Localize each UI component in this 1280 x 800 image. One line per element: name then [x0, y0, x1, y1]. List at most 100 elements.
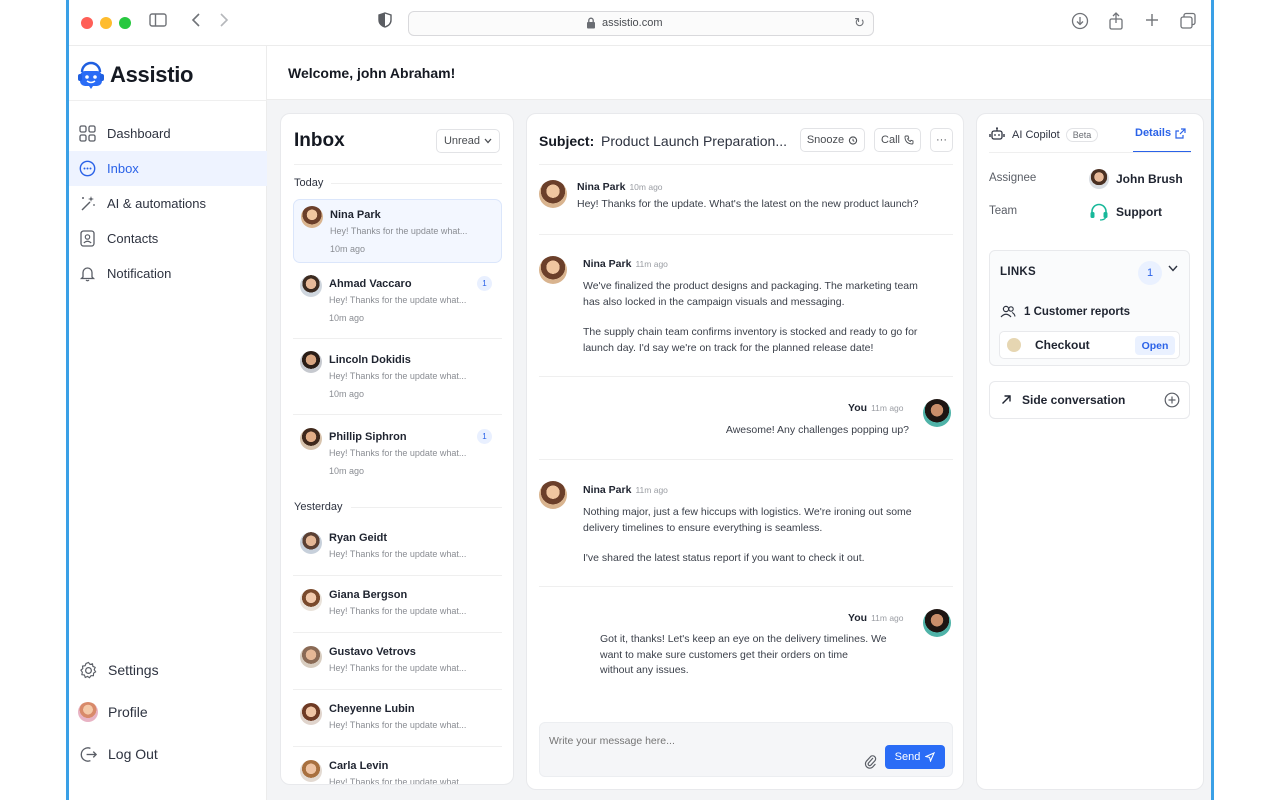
divider — [293, 575, 502, 576]
close-window-button[interactable] — [81, 17, 93, 29]
copilot-tab[interactable]: AI Copilot Beta — [989, 127, 1099, 142]
sender-avatar — [539, 180, 567, 208]
lock-icon — [587, 17, 595, 29]
divider — [293, 632, 502, 633]
sidebar-item-settings[interactable]: Settings — [66, 649, 267, 691]
status-dot — [1007, 338, 1021, 352]
alarm-clock-icon — [849, 136, 858, 145]
sidebar-item-dashboard[interactable]: Dashboard — [66, 116, 267, 151]
sidebar-item-label: Dashboard — [107, 126, 171, 141]
conversation-item-giana-bergson[interactable]: Giana Bergson Hey! Thanks for the update… — [293, 580, 502, 630]
open-button[interactable]: Open — [1135, 336, 1175, 355]
sender-avatar — [539, 256, 567, 284]
add-circle-icon[interactable] — [1164, 392, 1180, 408]
details-tab[interactable]: Details — [1135, 127, 1186, 139]
group-label-today: Today — [294, 177, 502, 189]
conversation-item-ahmad-vaccaro[interactable]: Ahmad Vaccaro 1 Hey! Thanks for the upda… — [293, 269, 502, 333]
contact-name: Carla Levin — [329, 760, 389, 772]
message-sender: You 11m ago — [848, 402, 904, 414]
side-conversation-label: Side conversation — [1022, 393, 1126, 407]
forward-arrow-icon[interactable] — [213, 12, 235, 35]
sender-avatar — [539, 481, 567, 509]
sidebar-item-inbox[interactable]: Inbox — [66, 151, 267, 186]
customer-reports-link[interactable]: 1 Customer reports — [1000, 305, 1130, 318]
sidebar-item-contacts[interactable]: Contacts — [66, 221, 267, 256]
robot-icon — [989, 127, 1005, 140]
sidebar-item-label: AI & automations — [107, 196, 206, 211]
message-preview: Hey! Thanks for the update what... — [329, 549, 467, 559]
conversation-item-cheyenne-lubin[interactable]: Cheyenne Lubin Hey! Thanks for the updat… — [293, 694, 502, 744]
send-button[interactable]: Send — [885, 745, 945, 769]
download-icon[interactable] — [1069, 12, 1091, 37]
call-button[interactable]: Call — [874, 128, 921, 152]
side-conversation-row[interactable]: Side conversation — [989, 381, 1190, 419]
paperclip-icon[interactable] — [863, 753, 877, 769]
new-tab-plus-icon[interactable] — [1141, 12, 1163, 35]
conversation-item-phillip-siphron[interactable]: Phillip Siphron 1 Hey! Thanks for the up… — [293, 422, 502, 486]
message-time: 10m ago — [629, 182, 663, 192]
message-input[interactable] — [549, 735, 849, 747]
message-preview: Hey! Thanks for the update what... — [329, 777, 467, 785]
message-body: Hey! Thanks for the update. What's the l… — [577, 198, 919, 210]
send-arrow-icon — [925, 752, 936, 762]
back-arrow-icon[interactable] — [185, 12, 207, 35]
avatar — [301, 206, 323, 228]
conversation-item-gustavo-vetrovs[interactable]: Gustavo Vetrovs Hey! Thanks for the upda… — [293, 637, 502, 687]
avatar — [300, 428, 322, 450]
conversation-item-ryan-geidt[interactable]: Ryan Geidt Hey! Thanks for the update wh… — [293, 523, 502, 573]
copilot-title: AI Copilot — [1012, 128, 1060, 141]
inbox-title: Inbox — [294, 130, 345, 151]
subject-label: Subject: — [539, 133, 595, 149]
privacy-shield-icon[interactable] — [374, 12, 396, 35]
sidebar-item-logout[interactable]: Log Out — [66, 733, 267, 775]
own-avatar — [923, 609, 951, 637]
chevron-down-icon[interactable] — [1168, 263, 1178, 275]
url-text: assistio.com — [602, 17, 663, 29]
headset-icon — [1090, 203, 1108, 221]
avatar — [300, 646, 322, 668]
arrow-up-right-icon — [1001, 393, 1012, 408]
snooze-button[interactable]: Snooze — [800, 128, 865, 152]
team-selector[interactable]: Support — [1089, 203, 1162, 221]
avatar — [300, 532, 322, 554]
minimize-window-button[interactable] — [100, 17, 112, 29]
divider — [539, 164, 953, 165]
contact-name: Giana Bergson — [329, 589, 408, 601]
contact-name: Ryan Geidt — [329, 532, 388, 544]
maximize-window-button[interactable] — [119, 17, 131, 29]
conversation-item-carla-levin[interactable]: Carla Levin Hey! Thanks for the update w… — [293, 751, 502, 785]
inbox-panel: Inbox Unread Today Nina Park Hey! Thanks… — [280, 113, 514, 785]
group-label-yesterday: Yesterday — [294, 501, 502, 513]
sidebar-item-notification[interactable]: Notification — [66, 256, 267, 291]
sidebar-toggle-icon[interactable] — [147, 12, 169, 35]
message-composer: Send — [539, 722, 953, 777]
filter-label: Unread — [443, 135, 481, 147]
sidebar-item-profile[interactable]: Profile — [66, 691, 267, 733]
contact-name: Gustavo Vetrovs — [329, 646, 416, 658]
call-label: Call — [881, 134, 900, 146]
conversation-item-nina-park[interactable]: Nina Park Hey! Thanks for the update wha… — [293, 199, 502, 263]
divider — [539, 459, 953, 460]
beta-badge: Beta — [1065, 127, 1099, 142]
conversation-item-lincoln-dokidis[interactable]: Lincoln Dokidis Hey! Thanks for the upda… — [293, 345, 502, 409]
message-preview: Hey! Thanks for the update what... — [330, 226, 468, 236]
assignee-label: Assignee — [989, 172, 1037, 184]
message-body: Awesome! Any challenges popping up? — [725, 424, 909, 436]
unread-filter-dropdown[interactable]: Unread — [436, 129, 500, 153]
more-options-button[interactable]: ··· — [930, 128, 953, 152]
app-logo[interactable]: Assistio — [76, 60, 193, 90]
sidebar-item-label: Notification — [107, 266, 172, 281]
sidebar-item-label: Contacts — [107, 231, 159, 246]
tab-overview-icon[interactable] — [1177, 12, 1199, 37]
magic-wand-icon — [78, 195, 96, 213]
grid-icon — [78, 125, 96, 143]
message-preview: Hey! Thanks for the update what... — [329, 448, 467, 458]
assignee-selector[interactable]: John Brush — [1089, 169, 1183, 189]
address-bar[interactable]: assistio.com ↻ — [408, 11, 874, 36]
snooze-label: Snooze — [806, 134, 845, 146]
reload-icon[interactable]: ↻ — [854, 15, 865, 31]
share-icon[interactable] — [1105, 12, 1127, 37]
sidebar-item-ai-automations[interactable]: AI & automations — [66, 186, 267, 221]
checkout-link-row[interactable]: Checkout Open — [999, 331, 1180, 359]
divider — [293, 414, 502, 415]
